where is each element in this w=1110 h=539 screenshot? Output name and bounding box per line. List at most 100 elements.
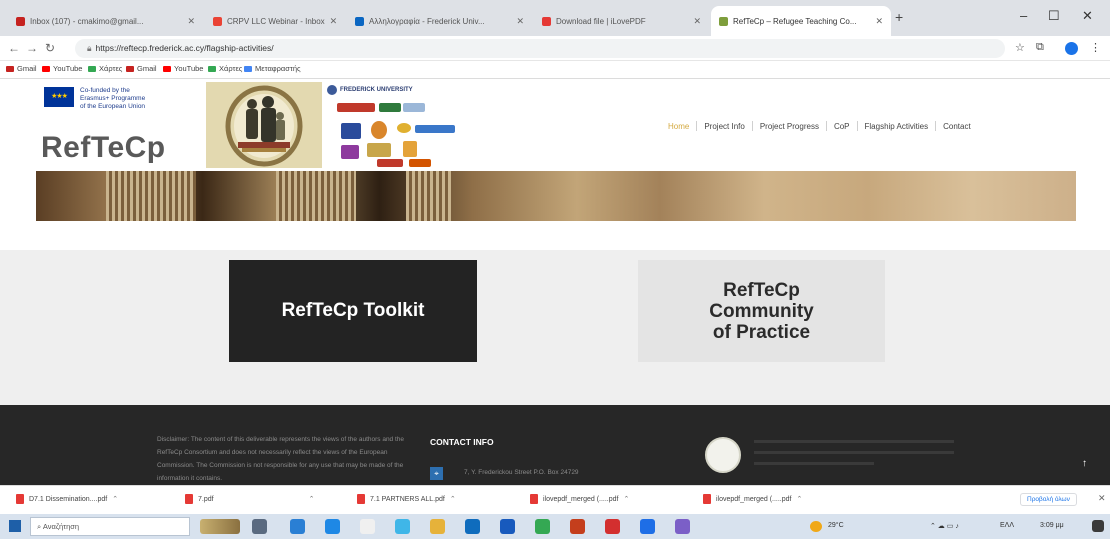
task-view-icon[interactable]: [252, 519, 267, 534]
screen: Inbox (107) - cmakimo@gmail... ✕ CRPV LL…: [0, 0, 1110, 539]
browser-tab-active[interactable]: RefTeCp – Refugee Teaching Co... ✕: [711, 6, 891, 36]
show-all-downloads-button[interactable]: Προβολή όλων: [1020, 493, 1077, 506]
nav-contact[interactable]: Contact: [943, 122, 971, 131]
outlook-icon[interactable]: [465, 519, 480, 534]
tab-title: CRPV LLC Webinar - Inbox: [227, 16, 325, 26]
community-card[interactable]: RefTeCp Community of Practice: [638, 260, 885, 362]
close-icon[interactable]: ✕: [516, 16, 524, 27]
chevron-down-icon[interactable]: ⌃: [450, 495, 456, 503]
tab-title: RefTeCp – Refugee Teaching Co...: [733, 16, 857, 26]
close-icon[interactable]: ✕: [330, 16, 338, 27]
browser-tab-strip: Inbox (107) - cmakimo@gmail... ✕ CRPV LL…: [0, 0, 1110, 36]
youtube-icon: [42, 65, 50, 72]
maps-icon: [208, 65, 216, 72]
close-icon[interactable]: ✕: [875, 16, 883, 27]
weather-temperature[interactable]: 29°C: [828, 522, 844, 529]
browser-tab[interactable]: Inbox (107) - cmakimo@gmail... ✕: [8, 6, 203, 36]
eu-flag-icon: ★★★: [44, 87, 74, 107]
tab-title: Inbox (107) - cmakimo@gmail...: [30, 16, 144, 26]
powerpoint-icon[interactable]: [570, 519, 585, 534]
close-icon[interactable]: ✕: [187, 16, 195, 27]
forward-icon[interactable]: →: [26, 41, 38, 55]
gmail-icon: [126, 65, 134, 72]
taskbar-search-input[interactable]: ⌕ Αναζήτηση: [30, 517, 190, 536]
toolkit-card-title: RefTeCp Toolkit: [281, 300, 425, 321]
file-explorer-icon[interactable]: [430, 519, 445, 534]
reload-icon[interactable]: ↻: [45, 41, 55, 55]
chevron-down-icon[interactable]: ⌃: [309, 495, 315, 503]
windows-start-icon[interactable]: [9, 520, 21, 532]
download-item[interactable]: D7.1 Dissemination....pdf ⌃: [16, 494, 118, 504]
profile-avatar[interactable]: [1065, 42, 1078, 55]
nav-home[interactable]: Home: [668, 122, 689, 131]
nav-project-progress[interactable]: Project Progress: [760, 122, 819, 131]
chevron-down-icon[interactable]: ⌃: [797, 495, 803, 503]
nav-flagship-activities[interactable]: Flagship Activities: [865, 122, 929, 131]
toolkit-card[interactable]: RefTeCp Toolkit: [229, 260, 477, 362]
bookmark-item[interactable]: YouTube: [163, 64, 203, 73]
system-tray-icons[interactable]: ⌃ ☁ ▭ ♪: [930, 522, 959, 530]
menu-divider: [751, 121, 753, 131]
menu-kebab-icon[interactable]: ⋮: [1090, 41, 1101, 54]
bookmark-item[interactable]: Χάρτες: [208, 64, 242, 73]
address-bar[interactable]: 🔒︎ https://reftecp.frederick.ac.cy/flagsh…: [75, 39, 1005, 58]
new-tab-icon[interactable]: +: [895, 9, 903, 25]
bookmark-item[interactable]: Gmail: [126, 64, 157, 73]
browser-tab[interactable]: Download file | iLovePDF ✕: [534, 6, 709, 36]
bookmark-item[interactable]: YouTube: [42, 64, 82, 73]
flagship-section: RefTeCp Toolkit RefTeCp Community of Pra…: [0, 250, 1110, 405]
chrome-icon[interactable]: [535, 519, 550, 534]
chevron-down-icon[interactable]: ⌃: [112, 495, 118, 503]
youtube-icon: [163, 65, 171, 72]
bookmark-item[interactable]: Χάρτες: [88, 64, 122, 73]
acrobat-icon[interactable]: [605, 519, 620, 534]
browser-tab[interactable]: Αλληλογραφία - Frederick Univ... ✕: [347, 6, 532, 36]
close-icon[interactable]: ✕: [1098, 493, 1106, 504]
tab-title: Download file | iLovePDF: [556, 16, 646, 26]
menu-divider: [825, 121, 827, 131]
taskbar-clock[interactable]: 3:09 μμ: [1040, 522, 1064, 529]
download-item[interactable]: ilovepdf_merged (.....pdf ⌃: [530, 494, 629, 504]
download-item[interactable]: 7.1 PARTNERS ALL.pdf ⌃: [357, 494, 456, 504]
word-icon[interactable]: [500, 519, 515, 534]
bookmark-star-icon[interactable]: ☆: [1015, 41, 1025, 54]
window-close-icon[interactable]: ✕: [1082, 8, 1093, 24]
app-icon[interactable]: [395, 519, 410, 534]
menu-divider: [935, 121, 937, 131]
nav-project-info[interactable]: Project Info: [704, 122, 744, 131]
nav-cop[interactable]: CoP: [834, 122, 850, 131]
minimize-icon[interactable]: –: [1020, 8, 1027, 23]
notifications-icon[interactable]: [1092, 520, 1104, 532]
language-indicator[interactable]: ΕΛΛ: [1000, 522, 1014, 529]
partner-logo: [403, 103, 425, 112]
partner-logos: FREDERICK UNIVERSITY: [327, 83, 462, 169]
browser-tab[interactable]: CRPV LLC Webinar - Inbox ✕: [205, 6, 345, 36]
edge-icon[interactable]: [290, 519, 305, 534]
windows-taskbar: ⌕ Αναζήτηση 29°C ⌃ ☁ ▭ ♪ ΕΛΛ 3:09 μμ: [0, 514, 1110, 539]
close-icon[interactable]: ✕: [693, 16, 701, 27]
app-icon[interactable]: [325, 519, 340, 534]
weather-widget-icon[interactable]: [200, 519, 240, 534]
extensions-icon[interactable]: ⧉: [1036, 41, 1044, 54]
app-icon[interactable]: [360, 519, 375, 534]
bookmark-item[interactable]: Μεταφραστής: [244, 64, 301, 73]
chevron-down-icon[interactable]: ⌃: [624, 495, 630, 503]
eu-line: Erasmus+ Programme: [80, 95, 146, 102]
back-icon[interactable]: ←: [8, 41, 20, 55]
partner-logo: [409, 159, 431, 167]
hero-banner-image: [36, 171, 1076, 221]
contact-heading: CONTACT INFO: [430, 437, 494, 447]
site-logo-text[interactable]: RefTeCp: [41, 131, 166, 165]
pdf-icon: [185, 494, 193, 504]
bookmark-item[interactable]: Gmail: [6, 64, 37, 73]
scroll-to-top-icon[interactable]: ↑: [1082, 458, 1087, 469]
pdf-icon: [16, 494, 24, 504]
app-icon[interactable]: [675, 519, 690, 534]
maximize-icon[interactable]: ☐: [1048, 8, 1060, 24]
contact-address: 7, Y. Frederickou Street P.O. Box 24729: [464, 469, 579, 476]
bookmark-label: YouTube: [174, 64, 204, 73]
download-item[interactable]: ilovepdf_merged (.....pdf ⌃: [703, 494, 802, 504]
gmail-icon: [213, 16, 222, 26]
download-item[interactable]: 7.pdf ⌃: [185, 494, 314, 504]
app-icon[interactable]: [640, 519, 655, 534]
